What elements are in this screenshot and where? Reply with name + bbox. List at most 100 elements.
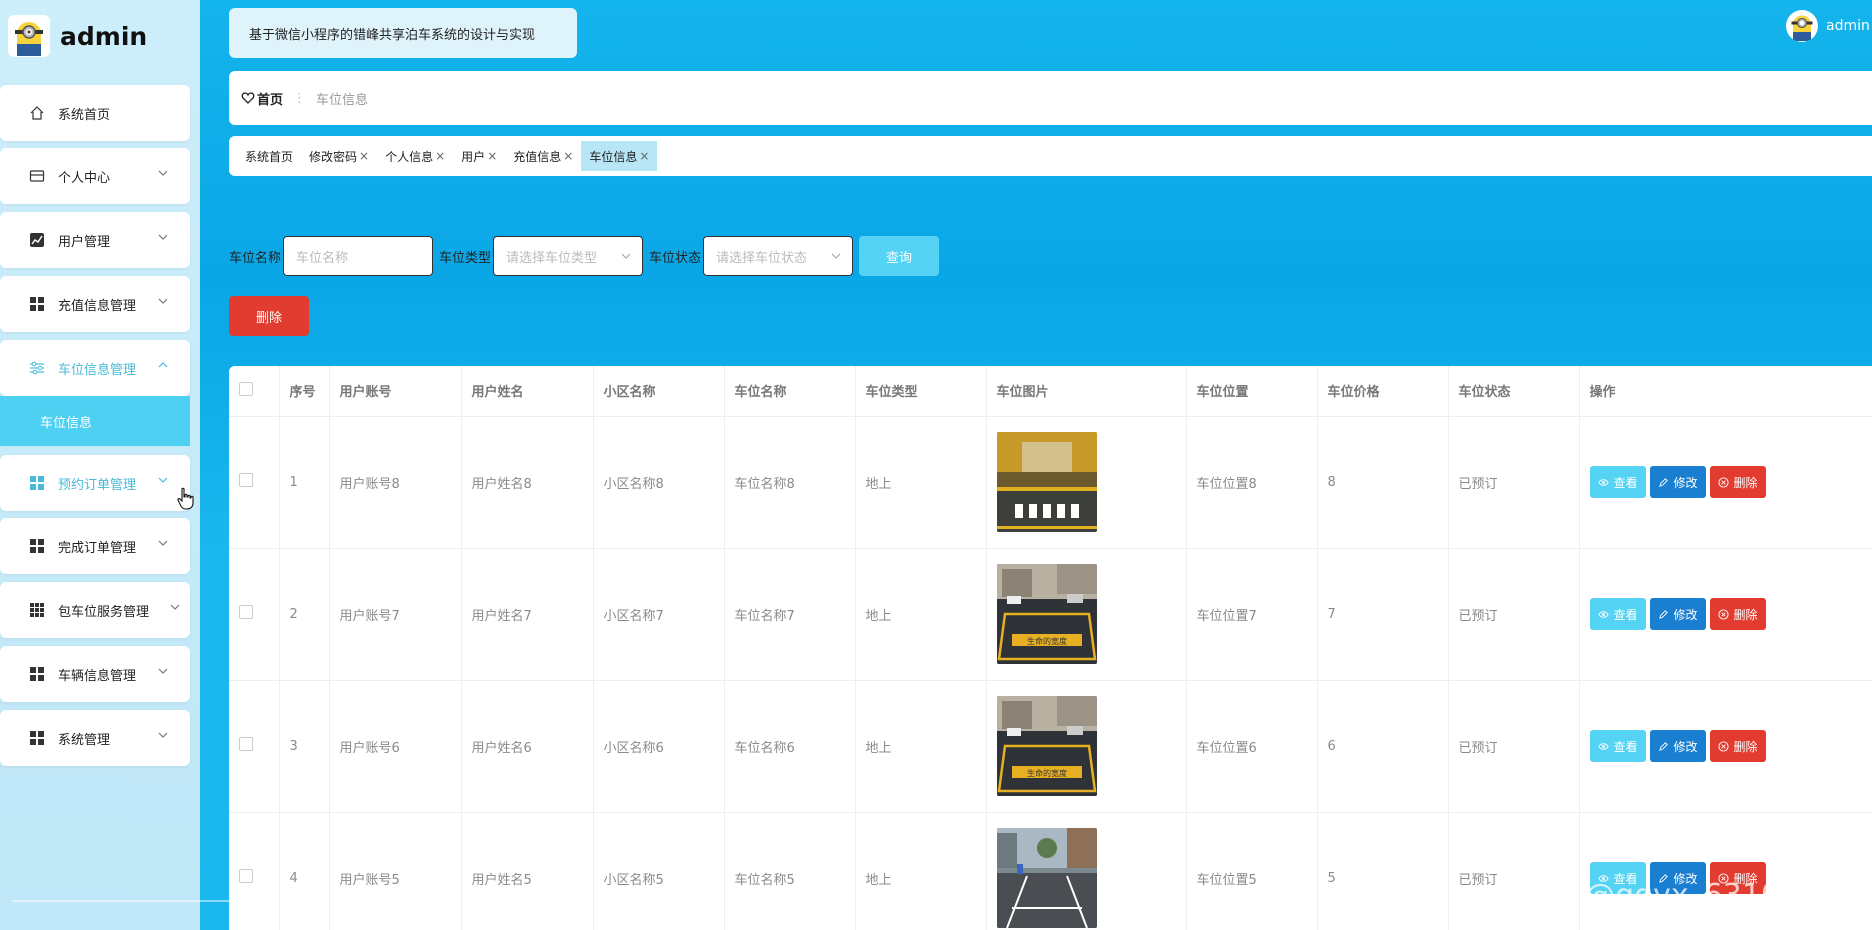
column-header: 车位价格 — [1317, 366, 1449, 417]
row-checkbox[interactable] — [239, 473, 253, 487]
close-icon[interactable]: × — [639, 149, 649, 163]
select-all-cell[interactable] — [229, 366, 280, 417]
edit-button[interactable]: 修改 — [1649, 598, 1706, 630]
tab-label: 用户 — [461, 149, 486, 164]
close-icon[interactable]: × — [435, 149, 445, 163]
column-header: 操作 — [1579, 366, 1872, 417]
query-button[interactable]: 查询 — [859, 236, 940, 276]
tab-recharge-info[interactable]: 充值信息 × — [505, 141, 581, 171]
edit-button[interactable]: 修改 — [1649, 730, 1706, 762]
sidebar-item-system-management[interactable]: 系统管理 — [0, 710, 190, 766]
row-picture-cell — [986, 812, 1187, 930]
svg-text:生命的宽度: 生命的宽度 — [1027, 768, 1067, 778]
row-space-name: 车位名称5 — [724, 812, 856, 930]
chart-icon — [28, 231, 46, 249]
column-header: 用户账号 — [329, 366, 462, 417]
row-price: 5 — [1317, 812, 1449, 930]
select-placeholder: 请选择车位类型 — [506, 250, 598, 266]
sidebar-item-label: 包车位服务管理 — [58, 604, 150, 620]
parking-photo[interactable] — [996, 828, 1097, 928]
tab-bar: 系统首页 修改密码 × 个人信息 × 用户 × 充值信息 × 车位信息 × — [229, 136, 1872, 176]
sidebar-subitem-parking-info[interactable]: 车位信息 — [0, 396, 190, 446]
batch-delete-button[interactable]: 删除 — [229, 296, 309, 336]
space-name-input[interactable]: 车位名称 — [283, 236, 434, 276]
row-user-name: 用户姓名8 — [461, 416, 594, 549]
column-header: 车位状态 — [1448, 366, 1580, 417]
row-space-name: 车位名称7 — [724, 548, 856, 681]
row-user-name: 用户姓名7 — [461, 548, 594, 681]
view-button-label: 查看 — [1613, 475, 1638, 490]
delete-button[interactable]: 删除 — [1709, 598, 1766, 630]
sidebar-item-booking-orders[interactable]: 预约订单管理 — [0, 455, 190, 511]
column-header: 用户姓名 — [461, 366, 594, 417]
row-picture-cell: 生命的宽度 — [986, 548, 1187, 681]
row-no: 1 — [279, 416, 330, 549]
row-no: 2 — [279, 548, 330, 681]
tab-user[interactable]: 用户 × — [453, 141, 505, 171]
row-checkbox[interactable] — [239, 737, 253, 751]
row-checkbox[interactable] — [239, 605, 253, 619]
row-position: 车位位置6 — [1186, 680, 1318, 813]
parking-photo[interactable] — [996, 432, 1097, 532]
sidebar-item-personal-center[interactable]: 个人中心 — [0, 148, 190, 204]
sidebar-item-rental-service[interactable]: 包车位服务管理 — [0, 582, 190, 638]
user-menu[interactable]: admin — [1786, 10, 1870, 42]
tab-personal-info[interactable]: 个人信息 × — [377, 141, 453, 171]
delete-button[interactable]: 删除 — [1709, 466, 1766, 498]
breadcrumb-home[interactable]: 首页 — [241, 89, 283, 108]
chevron-down-icon — [158, 668, 168, 674]
sidebar-item-label: 车位信息管理 — [58, 362, 137, 378]
edit-button[interactable]: 修改 — [1649, 466, 1706, 498]
sidebar-item-label: 车辆信息管理 — [58, 668, 137, 684]
sidebar-item-label: 预约订单管理 — [58, 477, 137, 493]
row-position: 车位位置5 — [1186, 812, 1318, 930]
view-button[interactable]: 查看 — [1589, 598, 1646, 630]
sidebar-item-vehicle-management[interactable]: 车辆信息管理 — [0, 646, 190, 702]
sidebar-item-label: 个人中心 — [58, 170, 111, 186]
parking-photo[interactable]: 生命的宽度 — [996, 696, 1097, 796]
delete-button-label: 删除 — [1733, 475, 1758, 490]
sidebar-item-completed-orders[interactable]: 完成订单管理 — [0, 518, 190, 574]
tab-parking-info[interactable]: 车位信息 × — [581, 141, 658, 171]
table-row: 1 用户账号8 用户姓名8 小区名称8 车位名称8 地上 车位位置8 8 已预订 查看 修改 删除 — [229, 416, 1872, 549]
breadcrumb: 首页 ⋮ 车位信息 — [229, 71, 1872, 125]
tab-label: 充值信息 — [513, 149, 562, 164]
row-account: 用户账号7 — [329, 548, 462, 681]
sidebar-item-parking-management[interactable]: 车位信息管理 — [0, 340, 190, 396]
tab-home[interactable]: 系统首页 — [237, 141, 301, 171]
user-name: admin — [1826, 18, 1870, 34]
table-header-row: 序号 用户账号 用户姓名 小区名称 车位名称 车位类型 车位图片 车位位置 车位… — [229, 366, 1872, 417]
sliders-icon — [28, 359, 46, 377]
sidebar-item-user-management[interactable]: 用户管理 — [0, 212, 190, 268]
view-button[interactable]: 查看 — [1589, 466, 1646, 498]
space-status-select[interactable]: 请选择车位状态 — [703, 236, 854, 276]
select-all-checkbox[interactable] — [239, 381, 253, 396]
delete-button[interactable]: 删除 — [1709, 730, 1766, 762]
sidebar-item-home[interactable]: 系统首页 — [0, 85, 190, 141]
row-select-cell[interactable] — [229, 812, 280, 930]
close-icon[interactable]: × — [487, 149, 497, 163]
column-header: 车位图片 — [986, 366, 1187, 417]
chevron-down-icon — [170, 604, 180, 610]
row-checkbox[interactable] — [239, 869, 253, 883]
close-icon[interactable]: × — [563, 149, 573, 163]
space-type-select[interactable]: 请选择车位类型 — [493, 236, 644, 276]
row-select-cell[interactable] — [229, 548, 280, 681]
edit-button-label: 修改 — [1673, 475, 1698, 490]
column-header: 序号 — [279, 366, 330, 417]
row-account: 用户账号6 — [329, 680, 462, 813]
row-select-cell[interactable] — [229, 416, 280, 549]
row-position: 车位位置8 — [1186, 416, 1318, 549]
search-form: 车位名称 车位名称 车位类型 请选择车位类型 车位状态 请选择车位状态 查询 — [229, 236, 940, 276]
close-icon[interactable]: × — [359, 149, 369, 163]
parking-table: 序号 用户账号 用户姓名 小区名称 车位名称 车位类型 车位图片 车位位置 车位… — [229, 366, 1872, 930]
row-account: 用户账号8 — [329, 416, 462, 549]
parking-photo[interactable]: 生命的宽度 — [996, 564, 1097, 664]
row-select-cell[interactable] — [229, 680, 280, 813]
sidebar-item-recharge-management[interactable]: 充值信息管理 — [0, 276, 190, 332]
view-button[interactable]: 查看 — [1589, 730, 1646, 762]
tab-change-password[interactable]: 修改密码 × — [301, 141, 377, 171]
edit-button-label: 修改 — [1673, 739, 1698, 754]
row-actions: 查看 修改 删除 — [1579, 416, 1872, 549]
row-picture-cell: 生命的宽度 — [986, 680, 1187, 813]
